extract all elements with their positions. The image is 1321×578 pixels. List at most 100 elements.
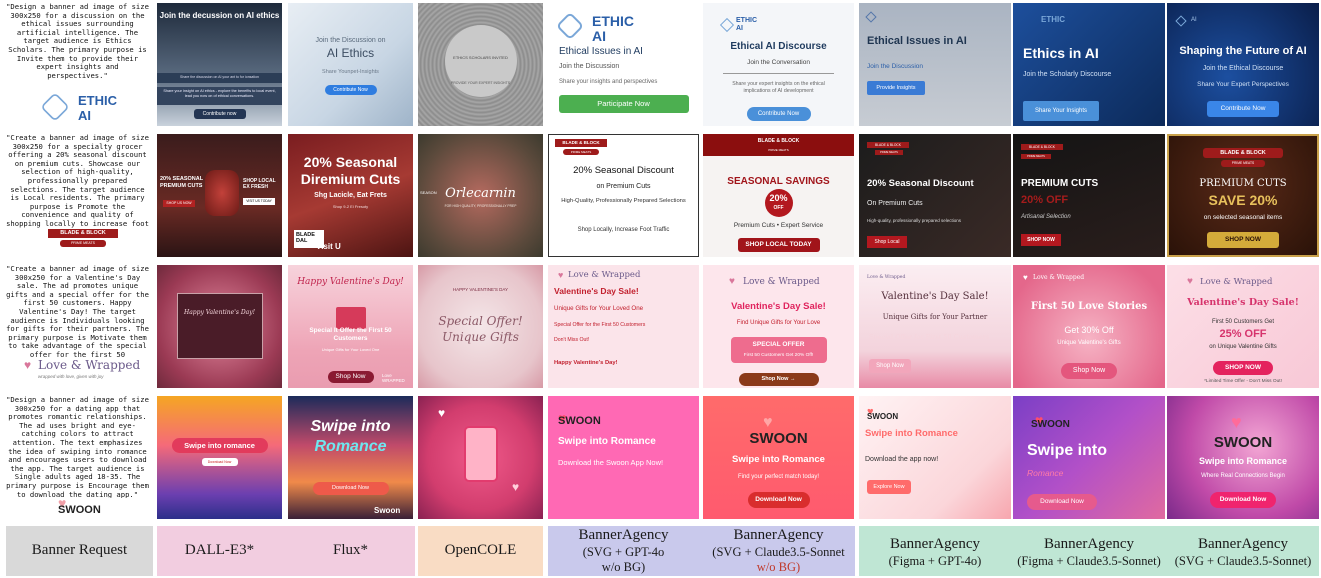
logo-text: PRIME MEATS xyxy=(60,240,106,247)
banner-text: High-Quality, Professionally Prepared Se… xyxy=(561,198,686,204)
banner-title: Romance xyxy=(314,438,387,455)
column-label: OpenCOLE xyxy=(444,542,517,558)
banner-title: Special Offer! Unique Gifts xyxy=(438,314,523,344)
banner-ba-figma-gpt-swoon: ♥ SWOON Swipe into Romance Download the … xyxy=(859,396,1011,519)
banner-title: 20% Seasonal Discount xyxy=(573,165,674,176)
column-label: BannerAgency xyxy=(1044,536,1134,552)
banner-ba-svg-claude-bg-swoon: ♥ SWOON Swipe into Romance Where Real Co… xyxy=(1167,396,1319,519)
banner-text: HAPPY VALENTINE'S DAY xyxy=(452,287,509,292)
banner-button[interactable]: Shop Now xyxy=(1061,363,1117,379)
banner-button[interactable]: Shop Now xyxy=(327,371,374,383)
logo-text: AI xyxy=(736,25,743,32)
banner-ba-svg-claude-love: ♥ Love & Wrapped Valentine's Day Sale! F… xyxy=(703,265,854,388)
banner-title: 20% Seasonal Discount xyxy=(867,178,974,189)
prompt-blade: "Create a banner ad image of size 300x25… xyxy=(6,134,149,230)
banner-button[interactable]: Provide Insights xyxy=(867,81,925,95)
column-label: (SVG + Claude3.5-Sonnet) xyxy=(1174,554,1312,568)
banner-flux-ethic: Join the Discussion on AI Ethics Share Y… xyxy=(288,3,413,126)
heart-icon: ♥ xyxy=(24,358,32,372)
banner-text: Share your insights and perspectives xyxy=(559,79,658,85)
banner-button[interactable]: Contribute Now xyxy=(1207,101,1279,117)
banner-button[interactable]: Contribute Now xyxy=(324,85,377,95)
logo-text: AI xyxy=(592,28,606,44)
banner-text: on Premium Cuts xyxy=(596,183,651,190)
banner-button[interactable]: Shop Local xyxy=(867,236,907,248)
banner-text: Where Real Connections Begin xyxy=(1201,473,1285,479)
banner-text: Unique Gifts for Your Loved One xyxy=(554,305,644,312)
banner-title: Ethical AI Discourse xyxy=(730,41,827,52)
banner-ba-figma-claude-love: ♥ Love & Wrapped First 50 Love Stories G… xyxy=(1013,265,1165,388)
love-logo: ♥ Love & Wrapped wrapped with love, give… xyxy=(24,358,144,386)
banner-ba-figma-claude-blade: BLADE & BLOCK PRIME MEATS PREMIUM CUTS 2… xyxy=(1013,134,1165,257)
banner-text: FOR HIGH QUALITY, PROFESSIONALLY PREP xyxy=(444,204,517,208)
banner-ba-svg-claude-bg-blade: BLADE & BLOCK PRIME MEATS PREMIUM CUTS S… xyxy=(1167,134,1319,257)
banner-button[interactable]: Download Now xyxy=(1027,494,1097,510)
banner-title: Happy Valentine's Day! xyxy=(297,277,404,287)
banner-ba-svg-gpt-blade: BLADE & BLOCK PRIME MEATS 20% Seasonal D… xyxy=(548,134,699,257)
banner-button[interactable]: Download Now xyxy=(747,492,810,508)
prompt-love: "Create a banner ad image of size 300x25… xyxy=(6,265,149,359)
banner-title: SEASONAL SAVINGS xyxy=(727,176,830,187)
banner-button[interactable]: SHOP NOW xyxy=(1021,234,1061,246)
banner-title: 20% Seasonal Diremium Cuts xyxy=(300,154,401,187)
banner-title: Swipe into romance xyxy=(171,438,268,453)
banner-button[interactable]: Share Your Insights xyxy=(1023,101,1099,121)
banner-dalle-blade: 20% SEASONAL PREMIUM CUTS SHOP US NOW SH… xyxy=(157,134,282,257)
banner-button[interactable]: Contribute now xyxy=(193,109,246,119)
banner-button[interactable]: Participate Now xyxy=(558,95,689,113)
banner-ba-svg-claude-bg-ethic: AI Shaping the Future of AI Join the Eth… xyxy=(1167,3,1319,126)
logo-text: ETHIC xyxy=(592,13,634,29)
banner-button[interactable]: Download Now xyxy=(1210,492,1276,508)
row-blade-block: "Create a banner ad image of size 300x25… xyxy=(0,131,1321,258)
column-label: (Figma + GPT-4o) xyxy=(888,554,982,568)
heart-icon: ♥ xyxy=(1023,273,1028,282)
column-label: (SVG + GPT-4o xyxy=(582,545,665,559)
banner-ba-figma-gpt-love: Love & Wrapped Valentine's Day Sale! Uni… xyxy=(859,265,1011,388)
banner-button[interactable]: SHOP NOW xyxy=(1213,361,1273,375)
badge-text: 20% xyxy=(769,193,788,203)
banner-text: 25% OFF xyxy=(1219,328,1267,340)
footer-bannerbg: BannerAgency (Figma + GPT-4o) BannerAgen… xyxy=(859,526,1319,576)
banner-ba-figma-gpt-ethic: Ethical Issues in AI Join the Discussion… xyxy=(859,3,1011,126)
banner-title: Valentine's Day Sale! xyxy=(731,301,826,312)
banner-button[interactable]: Contribute Now xyxy=(746,107,811,121)
logo-text: SWOON xyxy=(1031,419,1070,430)
banner-button[interactable]: SHOP US NOW xyxy=(163,200,195,207)
banner-text: Share Younpet-Insights xyxy=(322,69,379,75)
banner-title: Join the decussion on AI ethics xyxy=(159,11,280,20)
banner-button[interactable]: Shop Now xyxy=(869,359,911,373)
banner-button[interactable]: Shop Now → xyxy=(738,373,819,386)
banner-text: First 50 Customers Get xyxy=(1211,319,1274,325)
footer-baselines: DALL-E3* Flux* xyxy=(157,526,415,576)
row-swoon: "Design a banner ad image of size 300x25… xyxy=(0,393,1321,520)
heart-icon: ♥ xyxy=(438,406,446,420)
banner-text: SPECIAL OFFER xyxy=(752,341,805,348)
hexagon-icon xyxy=(1175,15,1187,27)
banner-title: Ethical Issues in AI xyxy=(867,35,967,47)
banner-button[interactable]: SHOP NOW xyxy=(1207,232,1279,248)
banner-title: Valentine's Day Sale! xyxy=(1187,297,1299,308)
logo-text: BLADE & BLOCK xyxy=(1203,148,1283,158)
banner-title: Swipe into Romance xyxy=(865,428,958,439)
banner-button[interactable]: Explore Now xyxy=(867,480,911,494)
banner-button[interactable]: Visit U xyxy=(316,242,341,251)
banner-ba-svg-gpt-love: ♥ Love & Wrapped Valentine's Day Sale! U… xyxy=(548,265,699,388)
banner-title: 20% SEASONAL PREMIUM CUTS xyxy=(160,176,203,189)
logo-text: Love & Wrapped xyxy=(568,270,641,280)
banner-text: Special It Offer the First 50 Customers xyxy=(309,327,392,342)
banner-button[interactable]: SHOP LOCAL TODAY xyxy=(737,238,820,252)
column-label: (SVG + Claude3.5-Sonnet xyxy=(712,545,845,559)
banner-text: Join the Discussion xyxy=(867,63,923,70)
banner-button[interactable]: Download Now xyxy=(312,482,389,495)
banner-text: Share the discussion on AI your ant to f… xyxy=(180,75,259,79)
logo-text: Love & Wrapped xyxy=(38,358,141,372)
banner-button[interactable]: VISIT US TODAY xyxy=(243,198,275,205)
banner-text: Join the Conversation xyxy=(747,59,810,66)
banner-text: Artisanal Selection xyxy=(1021,214,1071,220)
banner-text: Find your perfect match today! xyxy=(737,474,820,480)
banner-flux-blade: 20% Seasonal Diremium Cuts Shg Lacicle, … xyxy=(288,134,413,257)
row-love-wrapped: "Create a banner ad image of size 300x25… xyxy=(0,262,1321,389)
banner-button[interactable]: Download Now xyxy=(201,458,238,466)
phone-image xyxy=(464,426,498,482)
prompt-swoon: "Design a banner ad image of size 300x25… xyxy=(6,396,149,498)
